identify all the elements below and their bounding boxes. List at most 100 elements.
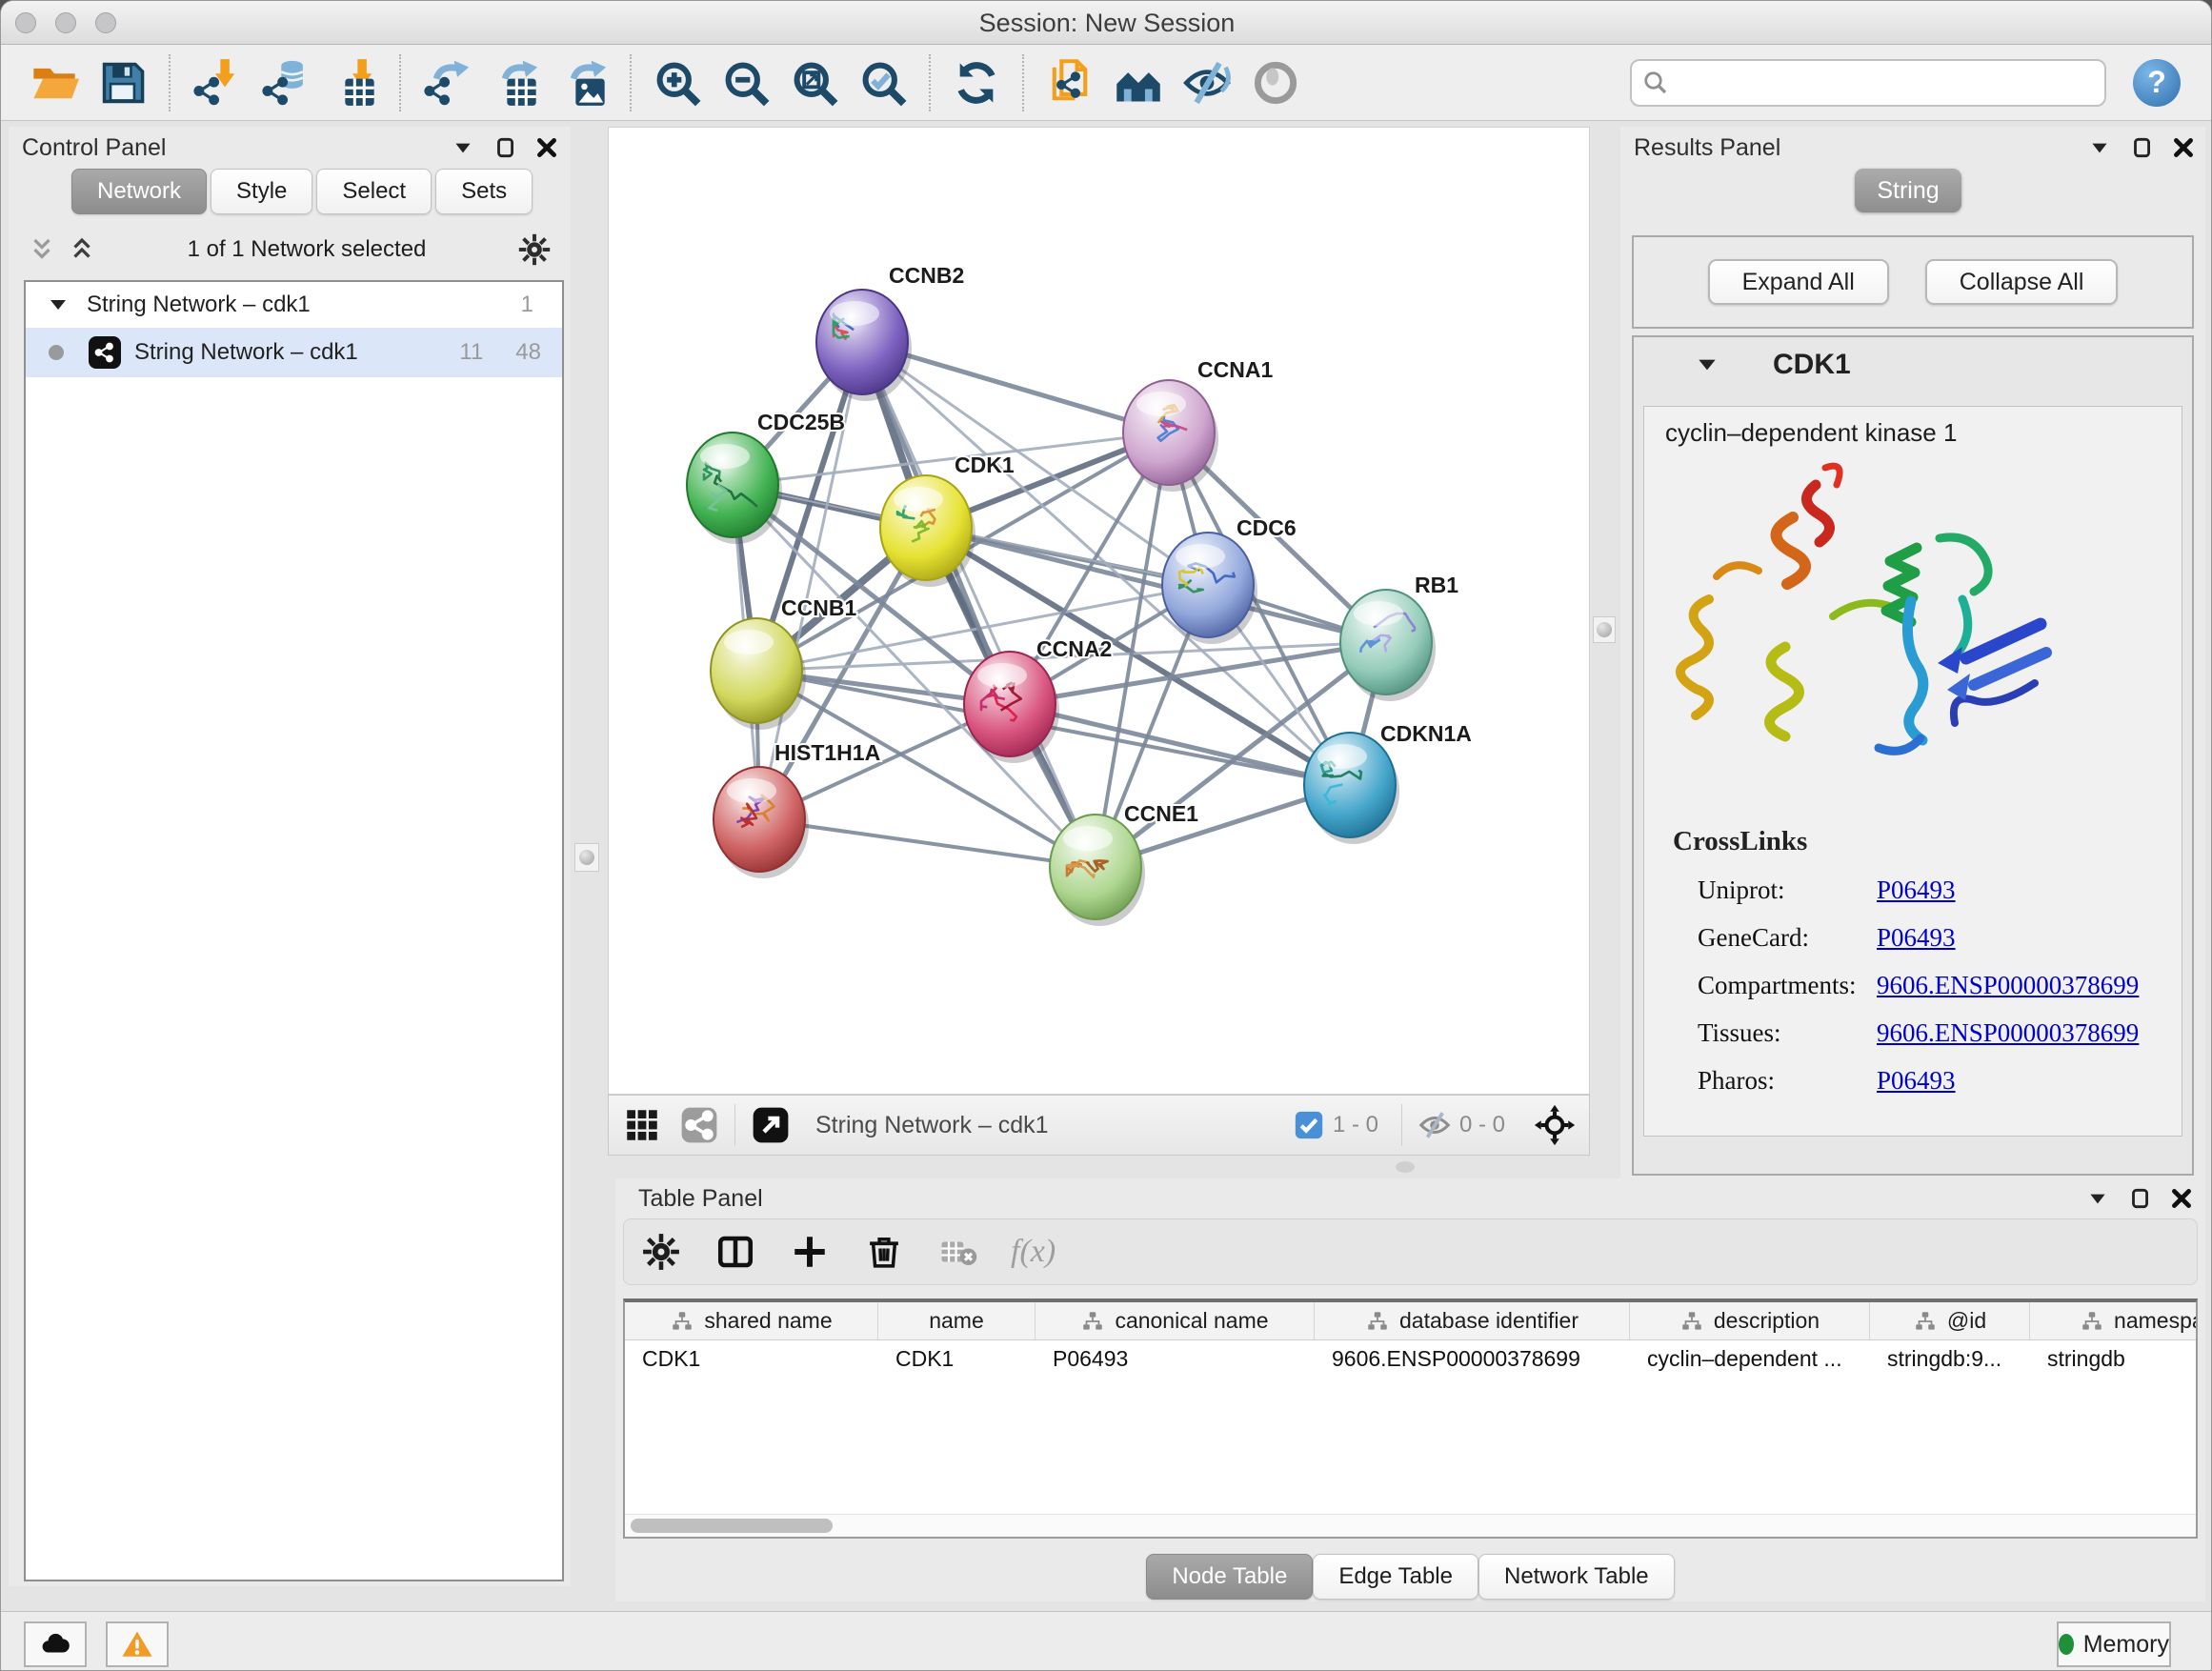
crosslink-link[interactable]: P06493	[1877, 876, 1956, 904]
table-header-row: shared namenamecanonical namedatabase id…	[625, 1302, 2196, 1340]
table-cell[interactable]: P06493	[1036, 1340, 1315, 1377]
zoom-in-icon[interactable]	[650, 55, 705, 111]
cloud-status-button[interactable]	[24, 1621, 87, 1667]
column-header-shared-name[interactable]: shared name	[625, 1302, 878, 1339]
tab-network[interactable]: Network	[71, 169, 207, 214]
float-panel-icon[interactable]	[493, 135, 517, 160]
warnings-button[interactable]	[106, 1621, 169, 1667]
network-node-CCNA1[interactable]: CCNA1	[1123, 357, 1273, 492]
close-panel-icon[interactable]	[2169, 1186, 2194, 1211]
network-node-RB1[interactable]: RB1	[1340, 573, 1458, 701]
table-row[interactable]: CDK1CDK1P064939606.ENSP00000378699cyclin…	[625, 1340, 2196, 1377]
table-cell[interactable]: stringdb	[2030, 1340, 2198, 1377]
tab-edge-table[interactable]: Edge Table	[1313, 1554, 1478, 1600]
expand-all-button[interactable]: Expand All	[1708, 259, 1889, 305]
hscroll-thumb[interactable]	[631, 1519, 833, 1533]
panel-menu-icon[interactable]	[2087, 135, 2112, 160]
memory-button[interactable]: Memory	[2057, 1621, 2171, 1667]
network-graph[interactable]: CCNB2CCNA1CDC25BCDK1CDC6RB1CCNB1CCNA2CDK…	[609, 128, 1589, 1094]
collapse-all-button[interactable]: Collapse All	[1925, 259, 2119, 305]
float-panel-icon[interactable]	[2127, 1186, 2152, 1211]
column-header-database-identifier[interactable]: database identifier	[1315, 1302, 1630, 1339]
export-image-icon[interactable]	[556, 55, 612, 111]
expand-all-icon[interactable]	[68, 235, 96, 264]
open-session-icon[interactable]	[27, 55, 82, 111]
network-canvas[interactable]: CCNB2CCNA1CDC25BCDK1CDC6RB1CCNB1CCNA2CDK…	[608, 127, 1590, 1095]
gene-header-row[interactable]: CDK1	[1634, 337, 2192, 393]
column-header-name[interactable]: name	[878, 1302, 1036, 1339]
export-network-icon[interactable]	[419, 55, 474, 111]
column-header-canonical-name[interactable]: canonical name	[1036, 1302, 1315, 1339]
help-button[interactable]: ?	[2133, 59, 2181, 107]
first-neighbors-icon[interactable]	[1111, 55, 1166, 111]
export-table-icon[interactable]	[488, 55, 543, 111]
show-all-icon[interactable]	[1248, 55, 1303, 111]
node-table[interactable]: shared namenamecanonical namedatabase id…	[623, 1299, 2198, 1539]
import-network-database-icon[interactable]	[257, 55, 312, 111]
network-node-HIST1H1A[interactable]: HIST1H1A	[714, 740, 880, 878]
zoom-selected-icon[interactable]	[855, 55, 911, 111]
collapse-all-icon[interactable]	[28, 235, 56, 264]
delete-column-icon[interactable]	[862, 1230, 906, 1274]
crosslink-row: Tissues:9606.ENSP00000378699	[1698, 1018, 2182, 1048]
tab-style[interactable]: Style	[211, 169, 312, 214]
import-table-file-icon[interactable]	[326, 55, 381, 111]
table-cell[interactable]: 9606.ENSP00000378699	[1315, 1340, 1630, 1377]
clone-network-icon[interactable]	[1042, 55, 1097, 111]
table-cell[interactable]: CDK1	[625, 1340, 878, 1377]
crosslink-link[interactable]: P06493	[1877, 1066, 1956, 1095]
tab-sets[interactable]: Sets	[435, 169, 533, 214]
node-label-CCNA1: CCNA1	[1197, 357, 1273, 382]
network-node-CDKN1A[interactable]: CDKN1A	[1304, 721, 1472, 844]
network-row[interactable]: String Network – cdk1 11 48	[26, 328, 562, 377]
open-in-new-window-icon[interactable]	[751, 1105, 791, 1145]
zoom-fit-icon[interactable]	[787, 55, 842, 111]
split-panel-icon[interactable]	[714, 1230, 757, 1274]
tab-node-table[interactable]: Node Table	[1146, 1554, 1313, 1600]
panel-menu-icon[interactable]	[2085, 1186, 2110, 1211]
right-splitter-handle[interactable]	[1593, 616, 1616, 643]
crosslink-link[interactable]: 9606.ENSP00000378699	[1877, 971, 2139, 999]
save-session-icon[interactable]	[95, 55, 151, 111]
column-header-description[interactable]: description	[1630, 1302, 1870, 1339]
network-node-CCNB2[interactable]: CCNB2	[816, 263, 964, 401]
left-splitter-handle[interactable]	[574, 843, 599, 872]
tab-network-table[interactable]: Network Table	[1478, 1554, 1675, 1600]
import-network-file-icon[interactable]	[189, 55, 244, 111]
selected-checkbox-icon[interactable]	[1293, 1109, 1325, 1141]
column-header--id[interactable]: @id	[1870, 1302, 2030, 1339]
network-node-CCNB1[interactable]: CCNB1	[711, 595, 856, 730]
crosslink-link[interactable]: P06493	[1877, 923, 1956, 952]
close-panel-icon[interactable]	[534, 135, 559, 160]
apply-layout-icon[interactable]	[949, 55, 1004, 111]
table-cell[interactable]: CDK1	[878, 1340, 1036, 1377]
table-cell[interactable]: cyclin–dependent ...	[1630, 1340, 1870, 1377]
crosslink-link[interactable]: 9606.ENSP00000378699	[1877, 1018, 2139, 1047]
status-bar: Memory	[1, 1611, 2212, 1671]
toolbar-separator	[169, 54, 171, 111]
tab-string[interactable]: String	[1855, 169, 1961, 212]
table-hscrollbar[interactable]	[625, 1514, 2196, 1537]
network-view-toolbar: String Network – cdk1 1 - 0 0 - 0	[608, 1095, 1590, 1156]
string-view-icon[interactable]	[679, 1105, 719, 1145]
hide-selected-icon[interactable]	[1179, 55, 1235, 111]
birds-eye-view-icon[interactable]	[622, 1105, 662, 1145]
search-input[interactable]	[1630, 59, 2106, 107]
zoom-out-icon[interactable]	[718, 55, 774, 111]
create-column-icon[interactable]	[788, 1230, 832, 1274]
close-panel-icon[interactable]	[2171, 135, 2196, 160]
gear-icon[interactable]	[517, 232, 552, 267]
table-gear-icon[interactable]	[639, 1230, 683, 1274]
fit-selected-move-icon[interactable]	[1534, 1104, 1576, 1146]
tab-select[interactable]: Select	[316, 169, 432, 214]
bottom-splitter-handle[interactable]	[1396, 1161, 1415, 1173]
network-node-CDC6[interactable]: CDC6	[1162, 515, 1297, 644]
collapse-entry-icon[interactable]	[1695, 352, 1719, 377]
panel-menu-icon[interactable]	[451, 135, 475, 160]
collection-expand-icon[interactable]	[47, 293, 70, 316]
table-cell[interactable]: stringdb:9...	[1870, 1340, 2030, 1377]
float-panel-icon[interactable]	[2129, 135, 2154, 160]
network-collection-row[interactable]: String Network – cdk1 1	[26, 282, 562, 328]
column-header-namespace[interactable]: namespace	[2030, 1302, 2198, 1339]
title-bar[interactable]: Session: New Session	[1, 1, 2212, 45]
